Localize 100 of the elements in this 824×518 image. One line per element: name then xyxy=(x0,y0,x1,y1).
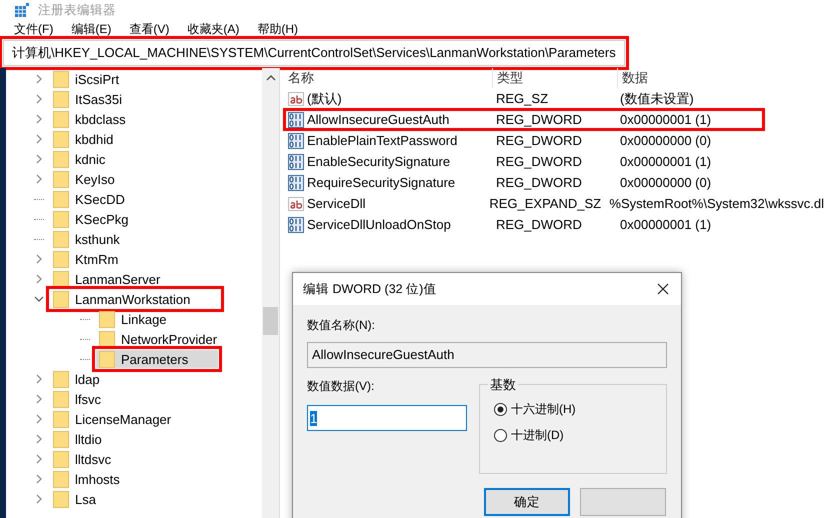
value-name: RequireSecuritySignature xyxy=(307,175,456,190)
folder-icon xyxy=(53,210,69,228)
value-row[interactable]: AllowInsecureGuestAuth REG_DWORD 0x00000001 (1) xyxy=(284,109,764,130)
tree-connector xyxy=(80,358,90,360)
chevron-right-icon[interactable] xyxy=(35,154,43,164)
value-name: ServiceDll xyxy=(307,196,366,211)
tree-item[interactable]: KSecPkg xyxy=(50,210,132,228)
folder-icon xyxy=(53,270,69,288)
value-type: REG_DWORD xyxy=(495,154,583,169)
chevron-right-icon[interactable] xyxy=(35,394,43,404)
tree-item[interactable]: Linkage xyxy=(96,310,170,328)
tree-item[interactable]: LicenseManager xyxy=(50,410,174,428)
value-row[interactable]: (默认) REG_SZ (数值未设置) xyxy=(284,88,824,109)
chevron-right-icon[interactable] xyxy=(35,134,43,144)
value-type: REG_DWORD xyxy=(495,112,583,127)
folder-icon xyxy=(53,170,69,188)
folder-icon xyxy=(53,250,69,268)
field-label: 数值数据(V): xyxy=(307,378,376,395)
tree-item[interactable]: Lsa xyxy=(50,490,99,508)
tree-item[interactable]: ItSas35i xyxy=(50,90,125,108)
tree-item[interactable]: LanmanWorkstation xyxy=(50,290,220,308)
chevron-right-icon[interactable] xyxy=(35,494,43,504)
menu-item[interactable]: 编辑(E) xyxy=(71,20,112,38)
folder-icon xyxy=(53,150,69,168)
tree-item[interactable]: lltdsvc xyxy=(50,450,114,468)
value-row[interactable]: ServiceDllUnloadOnStop REG_DWORD 0x00000001 (1) xyxy=(284,214,824,235)
value-row[interactable]: EnablePlainTextPassword REG_DWORD 0x00000000 (0) xyxy=(284,130,824,151)
menu-item[interactable]: 文件(F) xyxy=(14,20,54,38)
value-data: %SystemRoot%\System32\wkssvc.dl xyxy=(608,196,824,211)
value-data: (数值未设置) xyxy=(619,90,695,108)
tree-item[interactable]: kdnic xyxy=(50,150,108,168)
tree-connector xyxy=(80,318,90,320)
chevron-right-icon[interactable] xyxy=(35,274,43,284)
chevron-right-icon[interactable] xyxy=(35,454,43,464)
tree-item[interactable]: kbdclass xyxy=(50,110,129,128)
folder-icon xyxy=(99,350,115,368)
value-row[interactable]: EnableSecuritySignature REG_DWORD 0x00000001 (1) xyxy=(284,151,824,172)
tree-item[interactable]: KeyIso xyxy=(50,170,118,188)
tree-item[interactable]: KSecDD xyxy=(50,190,128,208)
chevron-right-icon[interactable] xyxy=(35,114,43,124)
radio-label[interactable]: 十进制(D) xyxy=(511,427,564,444)
chevron-right-icon[interactable] xyxy=(35,434,43,444)
scrollbar-thumb[interactable] xyxy=(263,307,278,335)
folder-icon xyxy=(53,110,69,128)
chevron-right-icon[interactable] xyxy=(35,74,43,84)
folder-icon xyxy=(53,290,69,308)
tree-item[interactable]: Parameters xyxy=(96,350,218,368)
tree-item[interactable]: iScsiPrt xyxy=(50,70,122,88)
column-header[interactable]: 类型 xyxy=(493,68,618,88)
tree-item[interactable]: lmhosts xyxy=(50,470,123,488)
value-name: (默认) xyxy=(307,90,342,108)
value-name: AllowInsecureGuestAuth xyxy=(307,112,450,127)
tree-item[interactable]: NetworkProvider xyxy=(96,330,220,348)
tree-item[interactable]: kbdhid xyxy=(50,130,116,148)
value-data-field[interactable]: 1 xyxy=(307,405,467,431)
folder-icon xyxy=(53,470,69,488)
folder-icon xyxy=(99,310,115,328)
close-icon[interactable] xyxy=(657,283,669,295)
value-type: REG_SZ xyxy=(495,91,550,106)
value-row[interactable]: ServiceDll REG_EXPAND_SZ %SystemRoot%\System32\wkssvc.dl xyxy=(284,193,824,214)
radio-label[interactable]: 十六进制(H) xyxy=(511,401,576,418)
folder-icon xyxy=(53,410,69,428)
tree-item[interactable]: KtmRm xyxy=(50,250,122,268)
value-name: EnablePlainTextPassword xyxy=(307,133,458,148)
tree-item[interactable]: lfsvc xyxy=(50,390,104,408)
radio-button[interactable] xyxy=(494,403,507,416)
value-data: 0x00000000 (0) xyxy=(619,133,712,148)
chevron-right-icon[interactable] xyxy=(35,374,43,384)
dialog-title: 编辑 DWORD (32 位)值 xyxy=(303,280,436,298)
value-data: 0x00000001 (1) xyxy=(619,112,712,127)
folder-icon xyxy=(53,370,69,388)
column-header[interactable]: 数据 xyxy=(618,68,824,88)
value-type: REG_EXPAND_SZ xyxy=(488,196,602,211)
value-data: 0x00000001 (1) xyxy=(619,154,712,169)
tree-connector xyxy=(34,238,44,240)
scrollbar[interactable] xyxy=(262,68,279,518)
menu-item[interactable]: 帮助(H) xyxy=(257,20,298,38)
value-type: REG_DWORD xyxy=(495,175,583,190)
folder-icon xyxy=(53,70,69,88)
chevron-down-icon[interactable] xyxy=(34,295,44,303)
chevron-right-icon[interactable] xyxy=(35,174,43,184)
tree-item[interactable]: ksthunk xyxy=(50,230,123,248)
value-row[interactable]: RequireSecuritySignature REG_DWORD 0x00000000 (0) xyxy=(284,172,824,193)
tree-item[interactable]: ldap xyxy=(50,370,103,388)
tree-connector xyxy=(34,218,44,220)
tree-item[interactable]: lltdio xyxy=(50,430,105,448)
chevron-right-icon[interactable] xyxy=(35,94,43,104)
chevron-right-icon[interactable] xyxy=(35,474,43,484)
chevron-right-icon[interactable] xyxy=(35,414,43,424)
folder-icon xyxy=(53,490,69,508)
folder-icon xyxy=(99,330,115,348)
column-header[interactable]: 名称 xyxy=(284,68,493,88)
chevron-right-icon[interactable] xyxy=(35,254,43,264)
tree-item[interactable]: LanmanServer xyxy=(50,270,164,288)
ok-button[interactable]: 确定 xyxy=(484,488,570,516)
scroll-up-icon[interactable] xyxy=(266,74,276,82)
radio-button[interactable] xyxy=(494,429,507,442)
menu-item[interactable]: 收藏夹(A) xyxy=(187,20,240,38)
value-name-field[interactable]: AllowInsecureGuestAuth xyxy=(307,342,667,368)
menu-item[interactable]: 查看(V) xyxy=(129,20,170,38)
